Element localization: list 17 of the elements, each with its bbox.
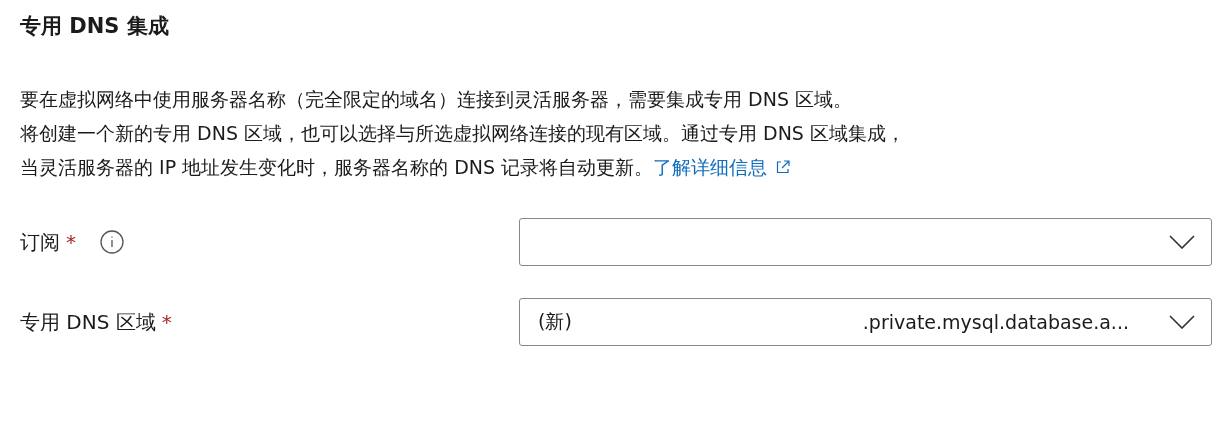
dropdown[interactable]: [519, 218, 1212, 266]
dropdown-value: .private.mysql.database.a...: [861, 311, 1130, 333]
dropdown-prefix: (新): [538, 309, 572, 334]
info-icon[interactable]: [100, 230, 124, 254]
description-text: 当灵活服务器的 IP 地址发生变化时，服务器名称的 DNS 记录将自动更新。: [20, 156, 654, 178]
required-mark: *: [66, 230, 76, 254]
learn-more-link[interactable]: 了解详细信息: [653, 150, 792, 184]
chevron-down-icon: [1169, 315, 1195, 329]
description-text: 要在虚拟网络中使用服务器名称（完全限定的域名）连接到灵活服务器，需要集成专用 DNS 区域。: [20, 88, 852, 110]
field-label: 专用 DNS 区域: [20, 308, 156, 336]
external-link-icon: [775, 159, 792, 175]
required-mark: *: [161, 310, 172, 334]
section-title: 专用 DNS 集成: [20, 13, 170, 40]
chevron-down-icon: [1169, 235, 1195, 249]
dropdown[interactable]: (新) .private.mysql.database.a...: [519, 298, 1212, 346]
field-label: 订阅: [20, 228, 60, 256]
description-text: 将创建一个新的专用 DNS 区域，也可以选择与所选虚拟网络连接的现有区域。通过专用 DNS 区域集成，: [20, 122, 905, 144]
